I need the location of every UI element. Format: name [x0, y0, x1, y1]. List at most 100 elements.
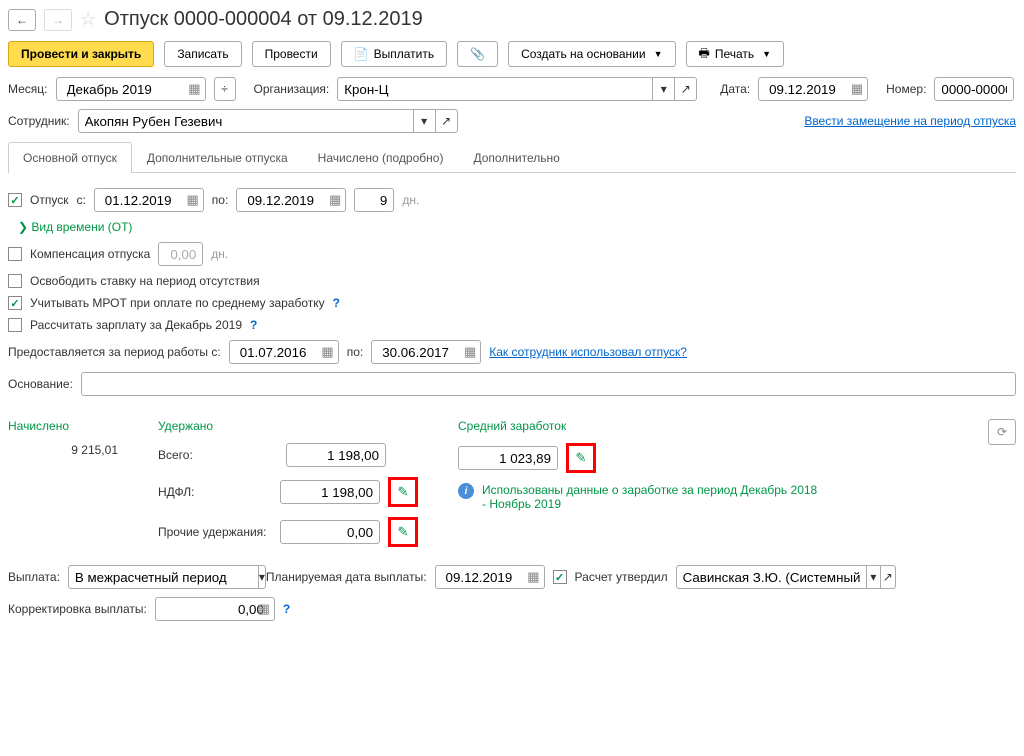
back-button[interactable]: ← [8, 9, 36, 31]
printer-icon: 🖶 [699, 44, 710, 65]
forward-button[interactable]: → [44, 9, 72, 31]
dropdown-button[interactable]: ▾ [259, 565, 266, 589]
clip-icon: 📎 [470, 47, 485, 61]
submit-button[interactable]: Провести [252, 41, 331, 67]
edit-ndfl-button[interactable]: ✎ [393, 482, 413, 502]
basis-field[interactable] [81, 372, 1016, 396]
print-button[interactable]: 🖶Печать▼ [686, 41, 785, 67]
to-date-field[interactable]: ▦ [236, 188, 346, 212]
calendar-icon[interactable]: ▦ [321, 344, 333, 360]
employee-field[interactable] [78, 109, 414, 133]
ndfl-label: НДФЛ: [158, 485, 272, 499]
info-text: Использованы данные о заработке за перио… [482, 483, 822, 511]
comp-unit: дн. [211, 247, 228, 261]
open-button[interactable]: ↗ [881, 565, 896, 589]
basis-label: Основание: [8, 377, 73, 391]
calendar-icon[interactable]: ▦ [851, 81, 863, 97]
calendar-icon[interactable]: ▦ [329, 192, 341, 208]
vacation-checkbox[interactable] [8, 193, 22, 207]
submit-close-button[interactable]: Провести и закрыть [8, 41, 154, 67]
dropdown-button[interactable]: ▾ [414, 109, 436, 133]
period-label: Предоставляется за период работы с: [8, 345, 221, 359]
days-field[interactable] [354, 188, 394, 212]
employee-label: Сотрудник: [8, 114, 70, 128]
date-label: Дата: [720, 82, 750, 96]
approved-checkbox[interactable] [553, 570, 567, 584]
refresh-button[interactable]: ⟳ [988, 419, 1016, 445]
replacement-link[interactable]: Ввести замещение на период отпуска [804, 114, 1016, 128]
accrued-header: Начислено [8, 419, 118, 433]
org-field[interactable] [337, 77, 653, 101]
compensation-label: Компенсация отпуска [30, 247, 150, 261]
calc-salary-checkbox[interactable] [8, 318, 22, 332]
date-field[interactable]: ▦ [758, 77, 868, 101]
time-type-expand[interactable]: ❯ Вид времени (ОТ) [18, 220, 132, 234]
pay-button[interactable]: 📄Выплатить [341, 41, 447, 67]
number-field[interactable] [934, 77, 1014, 101]
chevron-down-icon: ▼ [654, 49, 663, 59]
calendar-icon[interactable]: ▦ [527, 569, 539, 585]
month-field[interactable]: ▦ [56, 77, 206, 101]
open-button[interactable]: ↗ [436, 109, 458, 133]
tab-additional[interactable]: Дополнительные отпуска [132, 142, 303, 173]
planned-label: Планируемая дата выплаты: [266, 570, 427, 584]
total-label: Всего: [158, 448, 278, 462]
payment-field[interactable] [68, 565, 259, 589]
vacation-label: Отпуск [30, 193, 68, 207]
approved-by-field[interactable] [676, 565, 867, 589]
correction-label: Корректировка выплаты: [8, 602, 147, 616]
approved-label: Расчет утвердил [575, 570, 668, 584]
compensation-field[interactable] [158, 242, 203, 266]
info-icon: i [458, 483, 474, 499]
period-from-field[interactable]: ▦ [229, 340, 339, 364]
attach-button[interactable]: 📎 [457, 41, 498, 67]
avg-header: Средний заработок [458, 419, 858, 433]
compensation-checkbox[interactable] [8, 247, 22, 261]
release-rate-checkbox[interactable] [8, 274, 22, 288]
help-icon[interactable]: ? [333, 296, 340, 310]
other-field[interactable] [280, 520, 380, 544]
edit-other-button[interactable]: ✎ [393, 522, 413, 542]
tab-main-vacation[interactable]: Основной отпуск [8, 142, 132, 173]
open-button[interactable]: ↗ [675, 77, 697, 101]
days-unit: дн. [402, 193, 419, 207]
save-button[interactable]: Записать [164, 41, 241, 67]
month-stepper[interactable]: ÷ [214, 77, 236, 101]
help-icon[interactable]: ? [250, 318, 257, 332]
calculator-icon[interactable]: ▦ [258, 601, 270, 617]
total-field[interactable] [286, 443, 386, 467]
calendar-icon[interactable]: ▦ [188, 81, 200, 97]
org-label: Организация: [254, 82, 330, 96]
from-date-field[interactable]: ▦ [94, 188, 204, 212]
planned-date-field[interactable]: ▦ [435, 565, 545, 589]
help-icon[interactable]: ? [283, 602, 290, 616]
from-label: с: [76, 193, 85, 207]
period-to-label: по: [347, 345, 364, 359]
month-label: Месяц: [8, 82, 48, 96]
create-based-button[interactable]: Создать на основании▼ [508, 41, 675, 67]
favorite-icon[interactable]: ☆ [80, 9, 96, 30]
dropdown-button[interactable]: ▾ [653, 77, 675, 101]
calendar-icon[interactable]: ▦ [187, 192, 199, 208]
tab-accrued-detail[interactable]: Начислено (подробно) [303, 142, 459, 173]
calendar-icon[interactable]: ▦ [464, 344, 476, 360]
tab-extra[interactable]: Дополнительно [458, 142, 574, 173]
avg-field[interactable] [458, 446, 558, 470]
correction-field[interactable]: ▦ [155, 597, 275, 621]
other-label: Прочие удержания: [158, 525, 272, 539]
edit-avg-button[interactable]: ✎ [571, 448, 591, 468]
to-label: по: [212, 193, 229, 207]
ndfl-field[interactable] [280, 480, 380, 504]
mrot-checkbox[interactable] [8, 296, 22, 310]
release-rate-label: Освободить ставку на период отсутствия [30, 274, 260, 288]
usage-link[interactable]: Как сотрудник использовал отпуск? [489, 345, 687, 359]
mrot-label: Учитывать МРОТ при оплате по среднему за… [30, 296, 325, 310]
chevron-down-icon: ▼ [762, 49, 771, 59]
payment-label: Выплата: [8, 570, 60, 584]
period-to-field[interactable]: ▦ [371, 340, 481, 364]
accrued-value: 9 215,01 [8, 443, 118, 457]
withheld-header: Удержано [158, 419, 418, 433]
coins-icon: 📄 [354, 47, 369, 61]
page-title: Отпуск 0000-000004 от 09.12.2019 [104, 8, 423, 31]
dropdown-button[interactable]: ▾ [867, 565, 882, 589]
